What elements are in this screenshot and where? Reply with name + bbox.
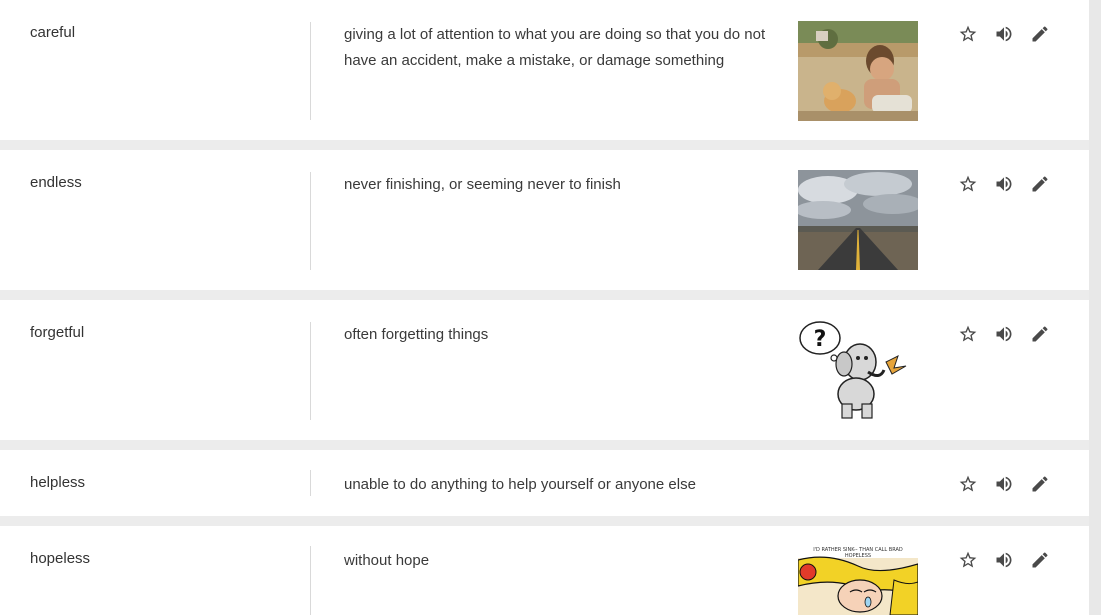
word-term: endless (30, 174, 82, 191)
column-divider (310, 470, 311, 496)
edit-pencil-icon[interactable] (1028, 172, 1052, 196)
word-image-forgetful-elephant: ? (798, 320, 918, 420)
word-card-forgetful: forgetful often forgetting things ? (0, 300, 1089, 440)
word-actions (956, 472, 1056, 496)
column-divider (310, 322, 311, 420)
column-divider (310, 22, 311, 120)
column-divider (310, 546, 311, 615)
word-card-helpless: helpless unable to do anything to help y… (0, 450, 1089, 516)
pronounce-volume-icon[interactable] (992, 472, 1016, 496)
comic-caption-title: HOPELESS (845, 553, 871, 559)
word-actions (956, 172, 1056, 196)
word-actions (956, 22, 1056, 46)
favorite-star-icon[interactable] (956, 472, 980, 496)
word-term: helpless (30, 474, 86, 491)
word-definition: without hope (344, 552, 430, 569)
word-card-endless: endless never finishing, or seeming neve… (0, 150, 1089, 290)
scrollbar-track[interactable] (1089, 0, 1101, 615)
word-card-careful: careful giving a lot of attention to wha… (0, 0, 1089, 140)
edit-pencil-icon[interactable] (1028, 22, 1052, 46)
pronounce-volume-icon[interactable] (992, 22, 1016, 46)
edit-pencil-icon[interactable] (1028, 322, 1052, 346)
pronounce-volume-icon[interactable] (992, 548, 1016, 572)
word-definition: never finishing, or seeming never to fin… (344, 176, 621, 193)
word-image-child-with-puppy (798, 21, 918, 121)
word-actions (956, 548, 1056, 572)
favorite-star-icon[interactable] (956, 172, 980, 196)
word-image-hopeless-comic: I'D RATHER SINK-- THAN CALL BRAD HOPELES… (798, 546, 918, 615)
question-mark: ? (814, 327, 827, 352)
column-divider (310, 172, 311, 270)
edit-pencil-icon[interactable] (1028, 548, 1052, 572)
word-definition: giving a lot of attention to what you ar… (344, 26, 766, 69)
word-definition: unable to do anything to help yourself o… (344, 476, 696, 493)
word-term: forgetful (30, 324, 85, 341)
word-card-hopeless: hopeless without hope I'D RATHER SINK-- … (0, 526, 1089, 615)
word-term: careful (30, 24, 76, 41)
edit-pencil-icon[interactable] (1028, 472, 1052, 496)
word-image-endless-road (798, 170, 918, 270)
favorite-star-icon[interactable] (956, 322, 980, 346)
favorite-star-icon[interactable] (956, 548, 980, 572)
word-term: hopeless (30, 550, 91, 567)
pronounce-volume-icon[interactable] (992, 322, 1016, 346)
word-actions (956, 322, 1056, 346)
pronounce-volume-icon[interactable] (992, 172, 1016, 196)
word-definition: often forgetting things (344, 326, 489, 343)
favorite-star-icon[interactable] (956, 22, 980, 46)
